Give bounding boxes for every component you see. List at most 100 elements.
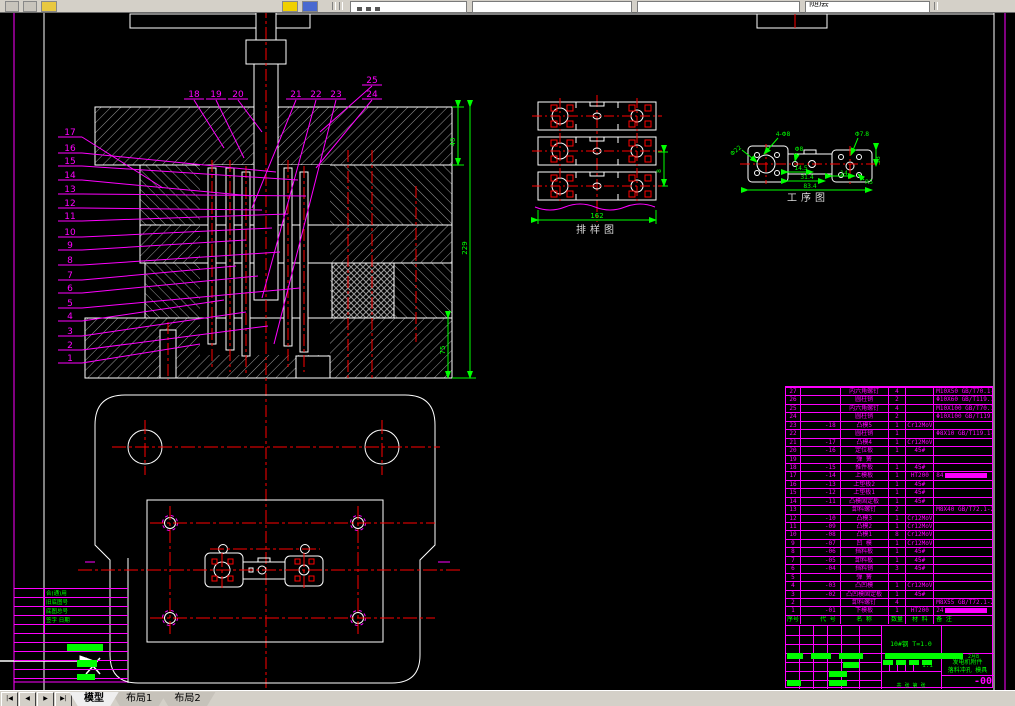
- bom-cell: M8X40 GB/T72.1-2000: [936, 506, 992, 514]
- bom-cell: 12: [786, 514, 801, 523]
- color-combobox[interactable]: [472, 1, 632, 13]
- bom-row: 5 弹 簧: [786, 572, 992, 582]
- toolbar-separator: [339, 2, 343, 10]
- bom-cell: 2: [889, 413, 907, 421]
- toolbar-icon[interactable]: [23, 1, 37, 12]
- bom-cell: 22: [786, 430, 801, 438]
- bom-cell: 1: [889, 472, 907, 480]
- bom-row: 25 内六角螺钉4 M10X100 GB/T70.1-2000: [786, 403, 992, 413]
- bom-cell: 84: [934, 472, 992, 479]
- bom-cell: 45#: [906, 556, 935, 565]
- bom-cell: Cr12MoV: [907, 514, 935, 523]
- combobox-value: 随层: [809, 1, 829, 9]
- highlighted-cell: [843, 662, 859, 668]
- bom-row: 序号代 号名 称数量材 料备 注: [786, 614, 992, 625]
- tab-layout[interactable]: 布局2: [159, 692, 215, 706]
- bom-cell: 3: [786, 590, 801, 598]
- bom-cell: -01: [801, 607, 841, 615]
- material-spec: 10#钢 T=1.0: [890, 640, 932, 648]
- bom-cell: -09: [801, 523, 841, 531]
- bom-cell: 1: [889, 489, 907, 497]
- drawing-number: -00: [973, 676, 992, 687]
- bom-cell: -08: [801, 531, 841, 539]
- process-view-label: 工序图: [787, 191, 829, 204]
- bom-row: 22 圆柱销1 Φ8X10 GB/T119.1-2000: [786, 429, 992, 438]
- toolbar-icon[interactable]: [5, 1, 19, 12]
- bom-cell: Φ10X100 GB/T119.1-2000: [936, 413, 992, 421]
- bom-cell: -03: [801, 582, 841, 590]
- side-table-label: 合(通)用: [46, 591, 67, 597]
- bom-cell: -15: [801, 464, 841, 472]
- proc-dim-d1: 14.5: [794, 165, 808, 172]
- table-line: [14, 633, 128, 634]
- bom-cell: 7: [786, 556, 801, 565]
- bom-cell: 1: [889, 421, 907, 430]
- bom-cell: 内六角螺钉: [841, 404, 889, 413]
- tab-nav-button[interactable]: ▶|: [55, 691, 72, 706]
- bom-cell: 凹 模: [841, 539, 889, 548]
- bom-cell: 14: [786, 497, 801, 506]
- bom-row: 9 -07 凹 模 1 Cr12MoV: [786, 538, 992, 548]
- bom-cell: [801, 413, 841, 421]
- bom-cell: [889, 573, 907, 582]
- parts-list-table: 10#钢 T=1.0 2月8 发电机附件 落料冲孔 模具 1:1 共 张 第 张…: [785, 386, 994, 689]
- bom-cell: 1: [889, 447, 907, 455]
- sheet-note: 共 张 第 张: [896, 683, 926, 689]
- selected-text-highlight: [944, 608, 987, 614]
- bom-cell: 45#: [906, 480, 935, 489]
- bom-row: 10 -08 凸模1 8 Cr12MoV: [786, 530, 992, 539]
- layout-tab-bar: |◀ ◀ ▶ ▶| 模型 布局1 布局2: [0, 690, 1015, 706]
- bom-cell: 上垫板1: [841, 489, 889, 497]
- proc-dim-height: 13: [875, 156, 882, 164]
- bom-cell: 9: [786, 539, 801, 548]
- table-line: [14, 651, 128, 652]
- strip-right-dim: 8: [656, 169, 663, 173]
- bom-row: 12 -10 凸模3 1 Cr12MoV: [786, 513, 992, 523]
- paint-icon[interactable]: [41, 1, 57, 12]
- bom-cell: M10X50 GB/T70.1-2000: [936, 388, 992, 395]
- table-line: [44, 588, 45, 633]
- bom-cell: -07: [801, 539, 841, 548]
- lineweight-combobox[interactable]: 随层: [805, 1, 930, 13]
- tab-layout[interactable]: 布局1: [111, 692, 167, 706]
- bom-cell: [934, 574, 992, 581]
- bom-cell: Cr12MoV: [907, 539, 935, 548]
- bom-cell: -11: [801, 497, 841, 506]
- match-properties-icon[interactable]: [282, 1, 298, 12]
- bom-cell: [906, 388, 935, 396]
- bom-cell: 弹 簧: [841, 455, 889, 463]
- bom-cell: 1: [889, 590, 907, 598]
- bom-row: 17 -14 上模板 1 HT200 84: [786, 471, 992, 480]
- tab-model[interactable]: 模型: [69, 692, 119, 706]
- tab-nav-button[interactable]: ◀: [19, 691, 36, 706]
- bom-cell: Φ8X10 GB/T119.1-2000: [936, 430, 992, 438]
- highlighted-cell: [787, 680, 801, 686]
- bom-cell: 代 号: [801, 615, 841, 625]
- bom-cell: 5: [786, 573, 801, 582]
- bom-cell: M8X55 GB/T72.1-2000: [936, 599, 992, 606]
- bom-cell: 挡料板: [841, 548, 889, 556]
- bom-cell: -16: [801, 447, 841, 455]
- highlighted-cell: [839, 653, 863, 659]
- bom-cell: [934, 565, 992, 572]
- bom-cell: 45#: [906, 565, 935, 573]
- bom-cell: 凸模1: [841, 531, 889, 539]
- strip-layout-view: 162 8 排样图: [531, 95, 668, 236]
- bom-cell: 21: [786, 438, 801, 447]
- bom-row: 20 -16 定位板 1 45#: [786, 446, 992, 455]
- bom-cell: [801, 455, 841, 463]
- bom-cell: 材 料: [906, 615, 935, 625]
- bom-cell: 4: [889, 599, 907, 607]
- bom-cell: [906, 573, 935, 582]
- layer-combobox[interactable]: [350, 1, 467, 13]
- strip-view-label: 排样图: [576, 223, 618, 236]
- tab-nav-button[interactable]: |◀: [1, 691, 18, 706]
- table-line: [14, 642, 128, 643]
- linetype-combobox[interactable]: [637, 1, 800, 13]
- tab-nav-button[interactable]: ▶: [37, 691, 54, 706]
- bom-cell: Cr12MoV: [907, 421, 935, 430]
- bom-cell: Cr12MoV: [907, 582, 935, 590]
- bom-cell: [934, 532, 992, 539]
- preview-icon[interactable]: [302, 1, 318, 12]
- bom-cell: 8: [786, 548, 801, 556]
